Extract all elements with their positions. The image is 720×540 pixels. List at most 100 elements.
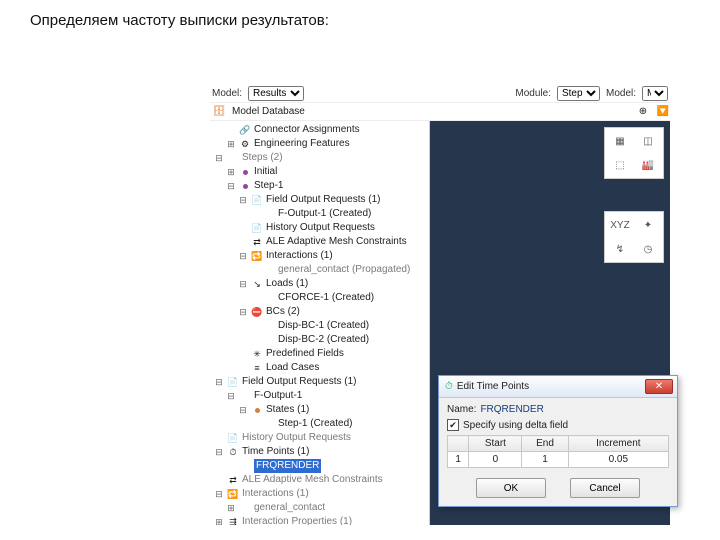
tree-twist-icon[interactable]: ⊟ bbox=[214, 445, 224, 459]
database-icon: 🗄 bbox=[212, 105, 226, 119]
tree-item[interactable]: ⊟Steps (2) bbox=[214, 151, 427, 165]
tree-node-icon: 📄 bbox=[251, 194, 263, 206]
tree-item[interactable]: ⊟States (1) bbox=[214, 403, 427, 417]
tree-node-icon bbox=[263, 264, 275, 276]
tool-icon-2[interactable]: ◫ bbox=[635, 130, 661, 152]
tool-icon-3[interactable]: ⬚ bbox=[607, 154, 633, 176]
dialog-titlebar[interactable]: ⏱ Edit Time Points ✕ bbox=[439, 376, 677, 398]
tree-twist-icon[interactable]: ⊟ bbox=[238, 305, 248, 319]
tree-twist-icon[interactable]: ⊟ bbox=[238, 249, 248, 263]
tree-twist-icon[interactable]: ⊞ bbox=[226, 165, 236, 179]
specify-label: Specify using delta field bbox=[463, 420, 568, 431]
tree-twist-icon[interactable]: ⊟ bbox=[214, 487, 224, 501]
tree-item[interactable]: ⊞⚙Engineering Features bbox=[214, 137, 427, 151]
tree-item-label: Interaction Properties (1) bbox=[242, 515, 352, 525]
expand-icon[interactable]: ⊕ bbox=[636, 105, 650, 119]
tree-item[interactable]: CFORCE-1 (Created) bbox=[214, 291, 427, 305]
model-select[interactable]: Results bbox=[248, 86, 304, 101]
tree-twist-icon[interactable]: ⊟ bbox=[238, 277, 248, 291]
tree-node-icon: ⇄ bbox=[227, 474, 239, 486]
tree-twist-icon[interactable]: ⊟ bbox=[238, 403, 248, 417]
tool-icon-8[interactable]: ◷ bbox=[635, 238, 661, 260]
tree-item[interactable]: 📄History Output Requests bbox=[214, 221, 427, 235]
time-points-table[interactable]: Start End Increment 1 0 1 0.05 bbox=[447, 435, 669, 468]
cell-increment[interactable]: 0.05 bbox=[568, 452, 668, 468]
tree-twist-icon[interactable]: ⊟ bbox=[214, 151, 224, 165]
tree-item-label: Initial bbox=[254, 165, 277, 179]
viewport-tools-mid: XYZ ✦ ↯ ◷ bbox=[604, 211, 664, 263]
tree-node-icon bbox=[251, 404, 263, 416]
table-row[interactable]: 1 0 1 0.05 bbox=[448, 452, 669, 468]
model2-label: Model: bbox=[606, 88, 636, 99]
tree-item[interactable]: ⊟⛔BCs (2) bbox=[214, 305, 427, 319]
tree-node-icon: ⚙ bbox=[239, 138, 251, 150]
cell-start[interactable]: 0 bbox=[469, 452, 522, 468]
cancel-button[interactable]: Cancel bbox=[570, 478, 640, 498]
tree-item-label: ALE Adaptive Mesh Constraints bbox=[266, 235, 407, 249]
tree-item[interactable]: ⇄ALE Adaptive Mesh Constraints bbox=[214, 235, 427, 249]
tree-node-icon: ≡ bbox=[251, 362, 263, 374]
tree-item[interactable]: ⊞⇶Interaction Properties (1) bbox=[214, 515, 427, 525]
tree-node-icon bbox=[227, 152, 239, 164]
tree-item-label: Disp-BC-2 (Created) bbox=[278, 333, 369, 347]
tree-node-icon: ↘ bbox=[251, 278, 263, 290]
name-label: Name: bbox=[447, 404, 476, 415]
tree-item-label: Field Output Requests (1) bbox=[242, 375, 357, 389]
tree-item[interactable]: ≡Load Cases bbox=[214, 361, 427, 375]
tree-item-label: Disp-BC-1 (Created) bbox=[278, 319, 369, 333]
tree-twist-icon[interactable]: ⊟ bbox=[214, 375, 224, 389]
tree-twist-icon[interactable]: ⊟ bbox=[238, 193, 248, 207]
tree-header-title: Model Database bbox=[232, 106, 305, 117]
tool-icon-6[interactable]: ✦ bbox=[635, 214, 661, 236]
tree-item[interactable]: ⊟🔁Interactions (1) bbox=[214, 487, 427, 501]
tree-twist-icon[interactable]: ⊞ bbox=[226, 137, 236, 151]
tree-item[interactable]: ⊟🔁Interactions (1) bbox=[214, 249, 427, 263]
model-tree[interactable]: 🔗Connector Assignments⊞⚙Engineering Feat… bbox=[210, 121, 430, 525]
tree-twist-icon[interactable]: ⊟ bbox=[226, 389, 236, 403]
name-value: FRQRENDER bbox=[480, 404, 543, 415]
filter-icon[interactable]: 🔽 bbox=[656, 105, 670, 119]
module-select[interactable]: Step bbox=[557, 86, 600, 101]
tree-item[interactable]: ⊟↘Loads (1) bbox=[214, 277, 427, 291]
tool-icon-4[interactable]: 🏭 bbox=[635, 154, 661, 176]
specify-checkbox[interactable]: ✔ bbox=[447, 419, 459, 431]
tree-item-label: F-Output-1 (Created) bbox=[278, 207, 371, 221]
tree-item[interactable]: F-Output-1 (Created) bbox=[214, 207, 427, 221]
tree-twist-icon[interactable]: ⊞ bbox=[226, 501, 236, 515]
tool-icon-1[interactable]: ▦ bbox=[607, 130, 633, 152]
tree-item[interactable]: ⊟📄Field Output Requests (1) bbox=[214, 193, 427, 207]
tree-item[interactable]: ⇄ALE Adaptive Mesh Constraints bbox=[214, 473, 427, 487]
tree-item[interactable]: general_contact (Propagated) bbox=[214, 263, 427, 277]
tool-icon-7[interactable]: ↯ bbox=[607, 238, 633, 260]
tree-item[interactable]: ⊞general_contact bbox=[214, 501, 427, 515]
tree-item[interactable]: ⊟📄Field Output Requests (1) bbox=[214, 375, 427, 389]
tree-item[interactable]: ✳Predefined Fields bbox=[214, 347, 427, 361]
tree-item[interactable]: 🔗Connector Assignments bbox=[214, 123, 427, 137]
tree-item-label: ALE Adaptive Mesh Constraints bbox=[242, 473, 383, 487]
tree-twist-icon[interactable]: ⊟ bbox=[226, 179, 236, 193]
tree-node-icon bbox=[239, 180, 251, 192]
tree-item[interactable]: Step-1 (Created) bbox=[214, 417, 427, 431]
tree-item[interactable]: ⊟F-Output-1 bbox=[214, 389, 427, 403]
close-icon[interactable]: ✕ bbox=[645, 379, 673, 394]
col-index bbox=[448, 436, 469, 452]
tree-twist-icon[interactable]: ⊞ bbox=[214, 515, 224, 525]
tree-item[interactable]: FRQRENDER bbox=[214, 459, 427, 473]
model-label: Model: bbox=[212, 88, 242, 99]
model2-select[interactable]: M bbox=[642, 86, 668, 101]
tree-item-label: Connector Assignments bbox=[254, 123, 360, 137]
tree-item-label: Step-1 bbox=[254, 179, 283, 193]
tree-item-label: general_contact (Propagated) bbox=[278, 263, 410, 277]
cell-end[interactable]: 1 bbox=[522, 452, 568, 468]
tool-icon-5[interactable]: XYZ bbox=[607, 214, 633, 236]
col-increment: Increment bbox=[568, 436, 668, 452]
ok-button[interactable]: OK bbox=[476, 478, 546, 498]
tree-item[interactable]: ⊟ Step-1 bbox=[214, 179, 427, 193]
tree-item[interactable]: Disp-BC-1 (Created) bbox=[214, 319, 427, 333]
tree-node-icon: ⛔ bbox=[251, 306, 263, 318]
tree-item[interactable]: ⊞ Initial bbox=[214, 165, 427, 179]
tree-item[interactable]: ⊟⏱Time Points (1) bbox=[214, 445, 427, 459]
tree-item[interactable]: Disp-BC-2 (Created) bbox=[214, 333, 427, 347]
tree-item-label: Engineering Features bbox=[254, 137, 350, 151]
tree-item[interactable]: 📄History Output Requests bbox=[214, 431, 427, 445]
